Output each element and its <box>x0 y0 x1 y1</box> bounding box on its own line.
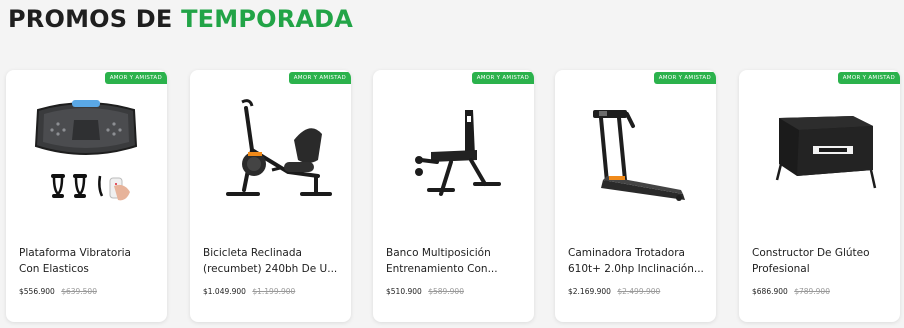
product-prices: $2.169.900 $2.499.900 <box>568 287 660 296</box>
product-card[interactable]: AMOR Y AMISTAD Constructor De Glúteo Pro… <box>739 70 900 322</box>
section-title: PROMOS DE TEMPORADA <box>8 4 353 34</box>
current-price: $510.900 <box>386 287 422 296</box>
product-prices: $1.049.900 $1.199.900 <box>203 287 295 296</box>
product-carousel: AMOR Y AMISTAD Plataforma Vibratoria Con… <box>6 70 904 326</box>
product-prices: $510.900 $589.900 <box>386 287 464 296</box>
old-price: $1.199.900 <box>252 287 296 296</box>
section-title-part2: TEMPORADA <box>181 5 354 33</box>
product-prices: $686.900 $789.900 <box>752 287 830 296</box>
promo-badge: AMOR Y AMISTAD <box>653 72 716 84</box>
product-card[interactable]: AMOR Y AMISTAD Banco Multiposición Entre… <box>373 70 534 322</box>
section-title-part1: PROMOS DE <box>8 5 173 33</box>
product-prices: $556.900 $639.500 <box>19 287 97 296</box>
vibration-platform-image <box>34 100 138 201</box>
recumbent-bike-image <box>226 99 332 196</box>
promo-badge: AMOR Y AMISTAD <box>288 72 351 84</box>
old-price: $2.499.900 <box>617 287 661 296</box>
treadmill-image <box>593 110 685 201</box>
product-name[interactable]: Constructor De Glúteo Profesional <box>752 245 892 277</box>
product-name[interactable]: Plataforma Vibratoria Con Elasticos <box>19 245 159 277</box>
promo-badge: AMOR Y AMISTAD <box>104 72 167 84</box>
product-card[interactable]: AMOR Y AMISTAD Bicicleta Reclinada (recu… <box>190 70 351 322</box>
product-card[interactable]: AMOR Y AMISTAD Plataforma Vibratoria Con… <box>6 70 167 322</box>
current-price: $2.169.900 <box>568 287 611 296</box>
product-name[interactable]: Bicicleta Reclinada (recumbet) 240bh De … <box>203 245 343 277</box>
workout-bench-image <box>415 110 501 196</box>
old-price: $789.900 <box>794 287 830 296</box>
promo-badge: AMOR Y AMISTAD <box>837 72 900 84</box>
current-price: $686.900 <box>752 287 788 296</box>
product-name[interactable]: Banco Multiposición Entrenamiento Con... <box>386 245 526 277</box>
promo-badge: AMOR Y AMISTAD <box>471 72 534 84</box>
current-price: $1.049.900 <box>203 287 246 296</box>
old-price: $589.900 <box>428 287 464 296</box>
product-name[interactable]: Caminadora Trotadora 610t+ 2.0hp Inclina… <box>568 245 708 277</box>
glute-builder-image <box>775 116 877 189</box>
old-price: $639.500 <box>61 287 97 296</box>
current-price: $556.900 <box>19 287 55 296</box>
product-card[interactable]: AMOR Y AMISTAD Caminadora Trotadora 610t… <box>555 70 716 322</box>
